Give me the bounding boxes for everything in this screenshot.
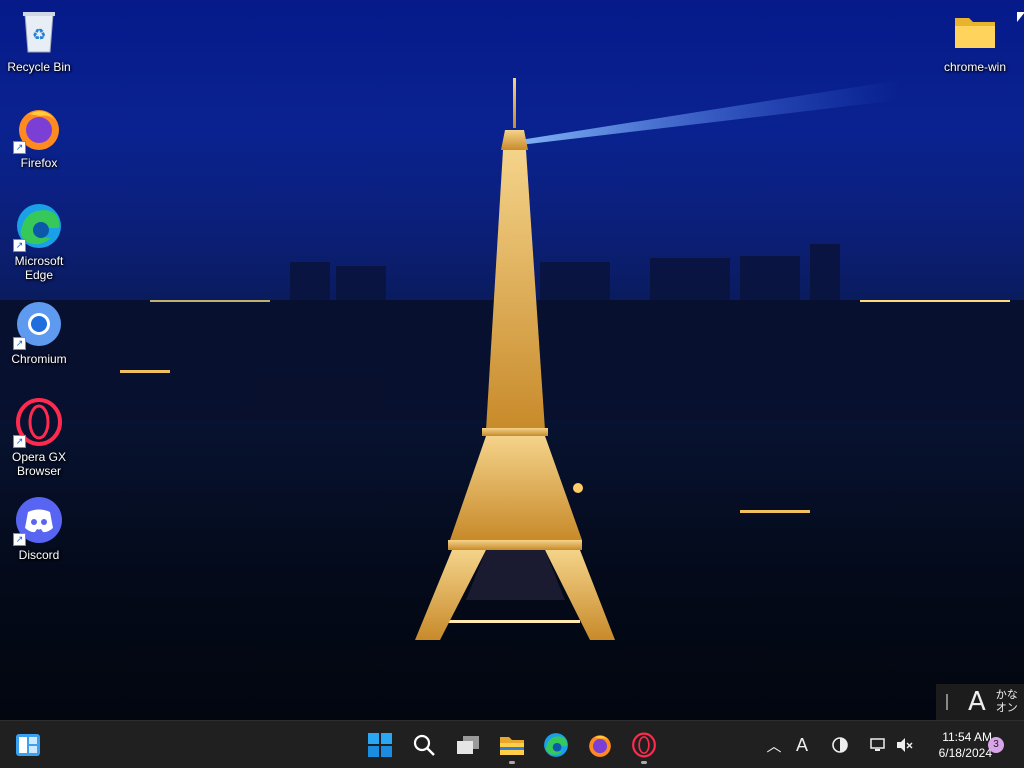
network-icon: [870, 738, 885, 751]
taskbar: ︿ A 11:54 AM 6/18/2024 3: [0, 720, 1024, 768]
desktop-icon-firefox[interactable]: ↗ Firefox: [2, 104, 76, 170]
search-icon: [413, 734, 435, 756]
ime-grip-handle[interactable]: [946, 694, 948, 710]
desktop-wallpaper: [0, 0, 1024, 720]
chromium-icon: ↗: [13, 300, 63, 350]
taskbar-firefox[interactable]: [580, 725, 620, 765]
desktop-icon-label: Opera GX Browser: [11, 450, 67, 478]
ime-mode-icon: [832, 737, 848, 753]
chevron-up-icon: ︿: [766, 737, 782, 755]
desktop-icon-label: chrome-win: [943, 60, 1006, 74]
tray-ime-indicator[interactable]: A: [790, 729, 814, 761]
ime-kana-line: オン: [995, 702, 1018, 714]
desktop-icon-label: Microsoft Edge: [14, 254, 64, 282]
running-indicator: [509, 761, 515, 764]
edge-icon: ↗: [13, 202, 63, 252]
desktop-icon-label: Firefox: [20, 156, 58, 170]
volume-muted-icon: [897, 738, 913, 752]
desktop-icon-opera-gx[interactable]: ↗ Opera GX Browser: [2, 398, 76, 478]
taskbar-file-explorer[interactable]: [492, 725, 532, 765]
clock-button[interactable]: 11:54 AM 6/18/2024: [920, 729, 992, 761]
shortcut-arrow-icon: ↗: [13, 337, 26, 350]
tray-ime-mode-button[interactable]: [828, 729, 852, 761]
start-icon: [368, 733, 392, 757]
shortcut-arrow-icon: ↗: [13, 533, 26, 546]
task-view-button[interactable]: [448, 725, 488, 765]
desktop-icon-chrome-win-folder[interactable]: chrome-win: [938, 8, 1012, 74]
tray-volume-button[interactable]: [892, 729, 916, 761]
ime-kana-line: かな: [995, 689, 1018, 701]
folder-icon: [951, 8, 999, 56]
shortcut-arrow-icon: ↗: [13, 435, 26, 448]
start-button[interactable]: [360, 725, 400, 765]
shortcut-arrow-icon: ↗: [13, 239, 26, 252]
search-button[interactable]: [404, 725, 444, 765]
eiffel-tower-night-image: [0, 78, 1024, 640]
ime-kana-toggle[interactable]: かな オン: [996, 689, 1018, 715]
clock-time: 11:54 AM: [942, 730, 992, 744]
desktop-icon-edge[interactable]: ↗ Microsoft Edge: [2, 202, 76, 282]
taskbar-edge[interactable]: [536, 725, 576, 765]
notification-badge[interactable]: 3: [988, 737, 1004, 753]
tray-network-button[interactable]: [866, 729, 890, 761]
task-view-icon: [457, 736, 479, 754]
taskbar-opera[interactable]: [624, 725, 664, 765]
desktop-icon-chromium[interactable]: ↗ Chromium: [2, 300, 76, 366]
opera-icon: [632, 732, 656, 758]
edge-icon: [544, 733, 568, 757]
discord-icon: ↗: [13, 496, 63, 546]
opera-gx-icon: ↗: [13, 398, 63, 448]
firefox-icon: [589, 735, 611, 757]
svg-text:♻: ♻: [32, 25, 46, 44]
mouse-cursor-icon: [1017, 12, 1024, 22]
running-indicator: [641, 761, 647, 764]
widgets-icon: [16, 734, 40, 756]
desktop-icon-label: Discord: [18, 548, 60, 562]
ime-toolbar[interactable]: A かな オン: [936, 684, 1024, 720]
recycle-bin-icon: ♻: [15, 8, 63, 56]
clock-date: 6/18/2024: [938, 746, 992, 760]
ime-mode-indicator[interactable]: A: [968, 687, 986, 717]
desktop-icon-label: Chromium: [11, 352, 67, 366]
file-explorer-icon: [500, 737, 524, 755]
desktop-icon-discord[interactable]: ↗ Discord: [2, 496, 76, 562]
shortcut-arrow-icon: ↗: [13, 141, 26, 154]
desktop-icon-label: Recycle Bin: [7, 60, 71, 74]
widgets-button[interactable]: [8, 725, 48, 765]
desktop-icon-recycle-bin[interactable]: ♻ Recycle Bin: [2, 8, 76, 74]
show-hidden-icons-button[interactable]: ︿: [762, 729, 786, 761]
firefox-icon: ↗: [13, 104, 63, 154]
